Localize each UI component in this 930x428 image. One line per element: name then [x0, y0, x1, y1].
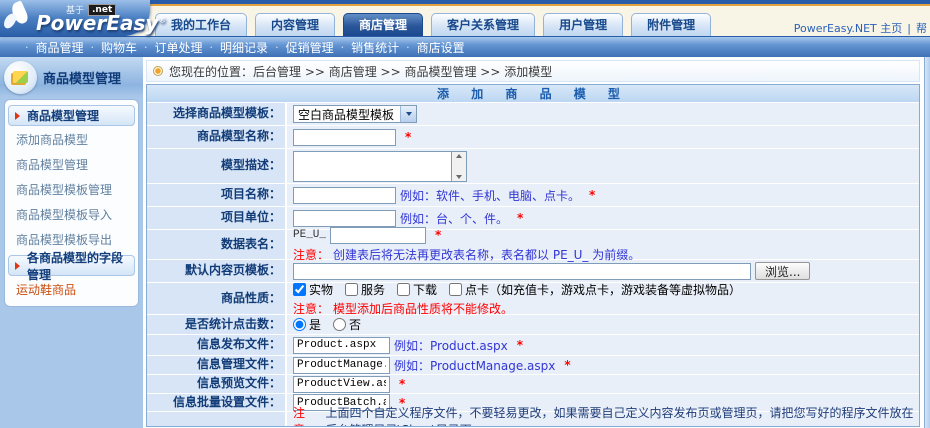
- sidebar-header: 商品模型管理: [0, 57, 143, 97]
- box-icon: [13, 71, 28, 83]
- sidebar-group-field-management[interactable]: 各商品模型的字段管理: [8, 255, 135, 276]
- subnav-product-management[interactable]: 商品管理: [36, 39, 84, 56]
- add-model-form: 添 加 商 品 模 型 选择商品模型模板： 空白商品模型模板 商品模型名称： *: [146, 84, 920, 427]
- row-template: 选择商品模型模板： 空白商品模型模板: [147, 103, 919, 126]
- sidebar-item-add-product-model[interactable]: 添加商品模型: [8, 128, 135, 153]
- subnav-promotion-management[interactable]: 促销管理: [286, 39, 334, 56]
- help-link[interactable]: 帮: [916, 22, 927, 35]
- table-prefix: PE_U_: [293, 229, 326, 241]
- row-item-unit: 项目单位： 例如：台、个、件。 *: [147, 207, 919, 230]
- top-links: PowerEasy.NET 主页 | 帮: [794, 20, 927, 36]
- row-item-name: 项目名称： 例如：软件、手机、电脑、点卡。 *: [147, 184, 919, 207]
- scroll-down-icon[interactable]: [456, 175, 462, 179]
- subnav-shop-settings[interactable]: 商店设置: [417, 39, 465, 56]
- required-mark: *: [589, 188, 595, 202]
- required-mark: *: [405, 130, 411, 144]
- row-model-name: 商品模型名称： *: [147, 126, 919, 149]
- row-description: 模型描述：: [147, 149, 919, 184]
- row-publish-file: 信息发布文件： 例如：Product.aspx *: [147, 335, 919, 356]
- chevron-down-icon[interactable]: [400, 106, 416, 122]
- row-preview-file: 信息预览文件： *: [147, 375, 919, 394]
- header: 基于 .net PowerEasy® 我的工作台 内容管理 商店管理 客户关系管…: [0, 0, 930, 36]
- item-unit-hint: 例如：台、个、件。: [400, 210, 508, 227]
- sidebar-item-model-template-management[interactable]: 商品模型模板管理: [8, 178, 135, 203]
- nature-download-checkbox[interactable]: [397, 283, 410, 296]
- content-template-input[interactable]: [293, 263, 751, 280]
- note-label: 注意：: [293, 300, 329, 317]
- nature-service-checkbox[interactable]: [345, 283, 358, 296]
- tab-crm[interactable]: 客户关系管理: [431, 13, 535, 36]
- scrollbar[interactable]: [451, 151, 467, 182]
- logo: 基于 .net PowerEasy®: [0, 0, 150, 36]
- sidebar-title: 商品模型管理: [43, 68, 121, 87]
- subnav-detail-records[interactable]: 明细记录: [220, 39, 268, 56]
- required-mark: *: [435, 228, 441, 242]
- publish-file-input[interactable]: [293, 337, 390, 354]
- row-manage-file: 信息管理文件： 例如：ProductManage.aspx *: [147, 356, 919, 375]
- red-arrow-icon: [15, 112, 20, 120]
- tab-my-workbench[interactable]: 我的工作台: [155, 13, 247, 36]
- browse-button[interactable]: 浏览...: [755, 262, 810, 280]
- link-separator: |: [907, 22, 911, 35]
- item-unit-input[interactable]: [293, 210, 396, 227]
- main-area: 您现在的位置：后台管理 >> 商店管理 >> 商品模型管理 >> 添加模型 添 …: [143, 57, 930, 428]
- product-model-badge: [4, 61, 37, 94]
- tab-shop-management[interactable]: 商店管理: [343, 13, 423, 36]
- window-right-edge: [924, 57, 930, 428]
- sidebar-group-product-model-management[interactable]: 商品模型管理: [8, 105, 135, 126]
- subnav-sales-statistics[interactable]: 销售统计: [351, 39, 399, 56]
- subnav-cart[interactable]: 购物车: [101, 39, 137, 56]
- model-name-input[interactable]: [293, 129, 396, 146]
- row-footer-note: 注意： 上面四个自定义程序文件，不要轻易更改，如果需要自己定义内容发布页或管理页…: [147, 412, 919, 427]
- breadcrumb: 您现在的位置：后台管理 >> 商店管理 >> 商品模型管理 >> 添加模型: [146, 60, 920, 82]
- template-select[interactable]: 空白商品模型模板: [293, 105, 417, 123]
- red-arrow-icon: [15, 262, 20, 270]
- publish-file-hint: 例如：Product.aspx: [394, 337, 508, 354]
- note-label: 注意：: [293, 404, 322, 427]
- sidebar-item-product-model-management[interactable]: 商品模型管理: [8, 153, 135, 178]
- sidebar-item-model-template-import[interactable]: 商品模型模板导入: [8, 203, 135, 228]
- location-icon: [153, 66, 163, 76]
- brand-name: PowerEasy®: [36, 11, 166, 35]
- nature-physical-checkbox[interactable]: [293, 283, 306, 296]
- sidebar-menu: 商品模型管理 添加商品模型 商品模型管理 商品模型模板管理 商品模型模板导入 商…: [4, 99, 139, 307]
- required-mark: *: [517, 338, 523, 352]
- manage-file-hint: 例如：ProductManage.aspx: [394, 357, 555, 374]
- item-name-hint: 例如：软件、手机、电脑、点卡。: [400, 187, 580, 204]
- tab-content-management[interactable]: 内容管理: [255, 13, 335, 36]
- row-product-nature: 商品性质： 实物 服务 下载 点卡（如充值卡，游戏点卡，游戏装备等虚拟物品） 注…: [147, 283, 919, 315]
- preview-file-input[interactable]: [293, 376, 390, 393]
- subnav-order-processing[interactable]: 订单处理: [155, 39, 203, 56]
- required-mark: *: [399, 377, 405, 391]
- table-name-input[interactable]: [330, 227, 426, 244]
- item-name-input[interactable]: [293, 187, 396, 204]
- dove-icon: [3, 1, 37, 35]
- nature-note: 模型添加后商品性质将不能修改。: [333, 300, 513, 317]
- home-link[interactable]: PowerEasy.NET 主页: [794, 22, 903, 35]
- count-clicks-yes-radio[interactable]: [293, 318, 306, 331]
- sidebar: 商品模型管理 商品模型管理 添加商品模型 商品模型管理 商品模型模板管理 商品模…: [0, 57, 143, 428]
- subnav: · 商品管理 · 购物车 · 订单处理 · 明细记录 · 促销管理 · 销售统计…: [0, 36, 930, 57]
- footer-note: 上面四个自定义程序文件，不要轻易更改，如果需要自己定义内容发布页或管理页，请把您…: [326, 404, 920, 427]
- description-textarea[interactable]: [293, 151, 451, 182]
- scroll-up-icon[interactable]: [456, 154, 462, 158]
- form-title: 添 加 商 品 模 型: [147, 85, 919, 103]
- main-nav-tabs: 我的工作台 内容管理 商店管理 客户关系管理 用户管理 附件管理: [155, 13, 711, 36]
- row-table-name: 数据表名： PE_U_ * 注意： 创建表后将无法再更改表名称，表名都以 PE_…: [147, 230, 919, 260]
- count-clicks-no-radio[interactable]: [333, 318, 346, 331]
- required-mark: *: [517, 211, 523, 225]
- nature-card-checkbox[interactable]: [449, 283, 462, 296]
- required-mark: *: [564, 358, 570, 372]
- row-count-clicks: 是否统计点击数： 是 否: [147, 315, 919, 335]
- manage-file-input[interactable]: [293, 357, 390, 374]
- tab-attachment-management[interactable]: 附件管理: [631, 13, 711, 36]
- tab-user-management[interactable]: 用户管理: [543, 13, 623, 36]
